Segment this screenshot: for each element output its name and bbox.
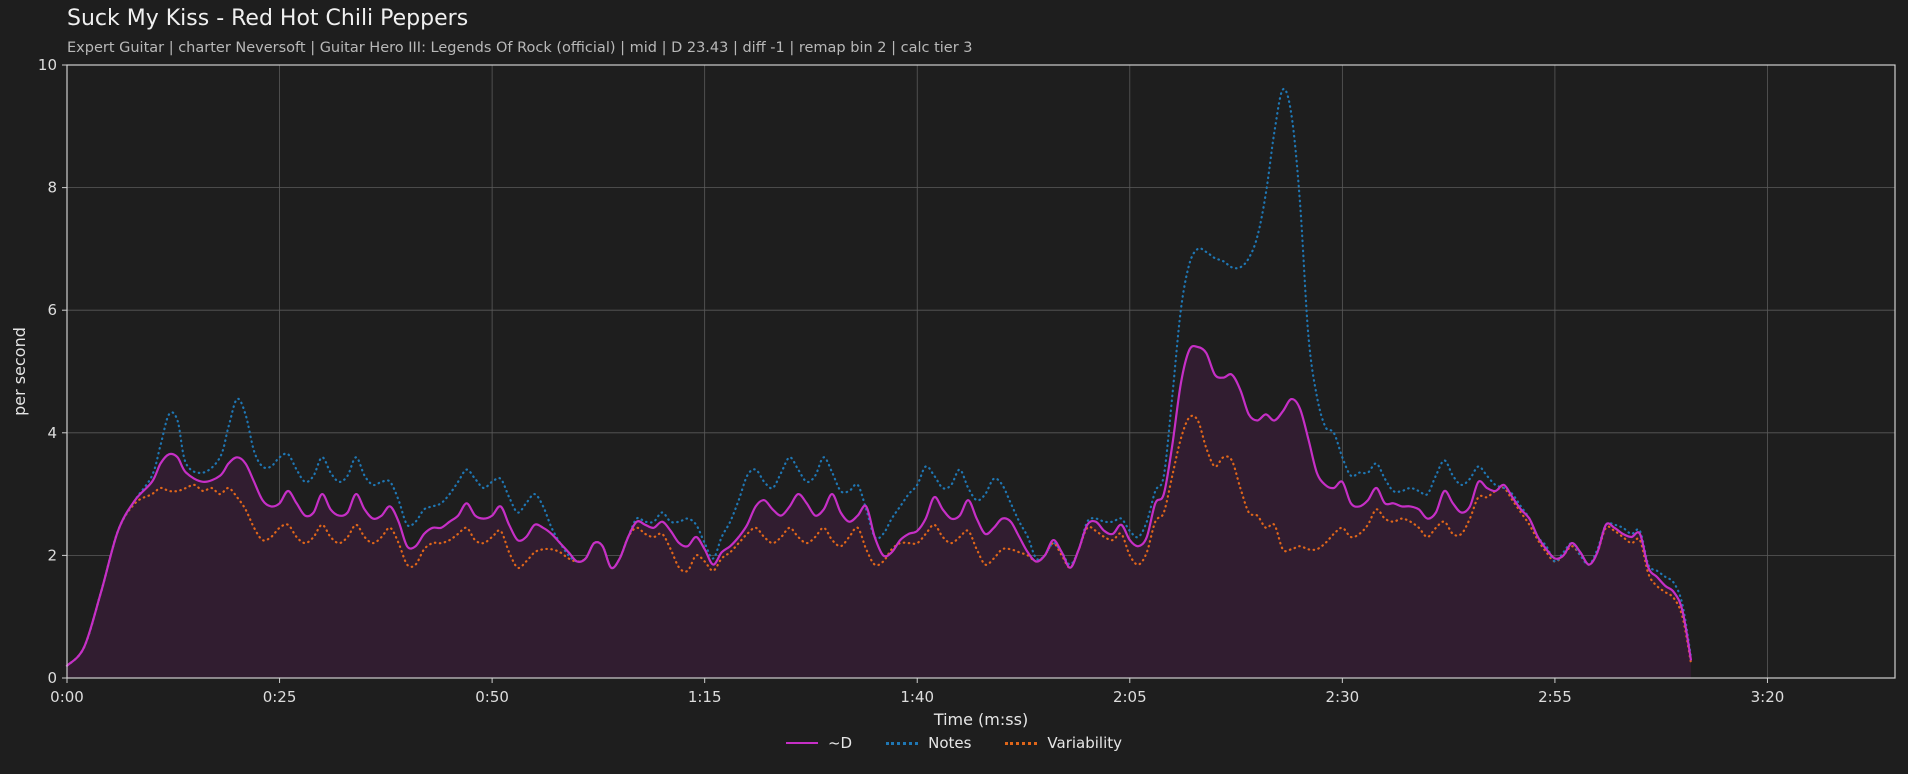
y-tick-label: 10 [38, 56, 57, 74]
chart-legend: ~D Notes Variability [0, 734, 1908, 752]
x-tick-label: 2:55 [1538, 688, 1572, 706]
fill-layer [67, 346, 1691, 678]
legend-swatch-notes [886, 741, 919, 745]
x-tick-label: 1:15 [688, 688, 722, 706]
legend-label-variability: Variability [1047, 734, 1123, 752]
legend-swatch-variability [1005, 741, 1038, 745]
x-tick-label: 1:40 [900, 688, 934, 706]
y-tick-label: 6 [47, 301, 57, 319]
x-axis-label: Time (m:ss) [933, 710, 1028, 729]
legend-item-d: ~D [785, 734, 853, 752]
x-tick-label: 0:50 [475, 688, 509, 706]
legend-item-notes: Notes [886, 734, 971, 752]
x-tick-label: 2:30 [1326, 688, 1360, 706]
y-tick-label: 4 [47, 424, 57, 442]
legend-item-variability: Variability [1005, 734, 1122, 752]
x-tick-label: 0:00 [50, 688, 84, 706]
x-tick-label: 0:25 [263, 688, 297, 706]
series-fill-d [67, 346, 1691, 678]
x-tick-label: 3:20 [1751, 688, 1785, 706]
line-chart: 0:00 0:25 0:50 1:15 1:40 2:05 2:30 2:55 3:20 0 2 4 6… [10, 56, 1896, 729]
y-tick-label: 2 [47, 546, 57, 564]
y-tick-label: 0 [47, 669, 57, 687]
x-tick-label: 2:05 [1113, 688, 1147, 706]
legend-label-d: ~D [827, 734, 853, 752]
legend-swatch-d [785, 742, 818, 744]
legend-label-notes: Notes [928, 734, 972, 752]
y-tick-label: 8 [47, 179, 57, 197]
y-axis-label: per second [10, 327, 29, 416]
